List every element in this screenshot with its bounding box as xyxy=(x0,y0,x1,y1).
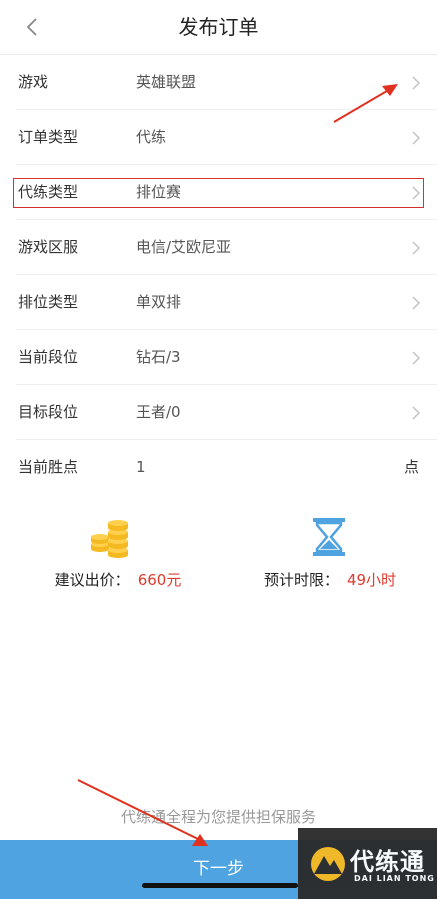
price-value: 660元 xyxy=(137,571,182,589)
watermark-name: 代练通 xyxy=(350,848,425,876)
row-label: 代练类型 xyxy=(18,183,79,201)
row-win-points[interactable]: 当前胜点 1 点 xyxy=(16,440,437,495)
chevron-right-icon xyxy=(412,296,421,310)
row-value: 英雄联盟 xyxy=(136,73,197,91)
row-value: 电信/艾欧尼亚 xyxy=(136,238,232,256)
row-value: 排位赛 xyxy=(136,183,182,201)
row-boost-type[interactable]: 代练类型 排位赛 xyxy=(16,165,437,220)
row-value: 代练 xyxy=(136,128,167,146)
order-estimate: 建议出价： 660元 预计时限： 49小时 xyxy=(0,515,437,605)
mountain-logo-icon xyxy=(311,847,345,881)
row-order-type[interactable]: 订单类型 代练 xyxy=(16,110,437,165)
price-label: 建议出价： xyxy=(54,571,130,589)
hourglass-icon xyxy=(313,518,345,556)
row-value: 钻石/3 xyxy=(136,348,181,366)
time-limit-value: 49小时 xyxy=(346,571,397,589)
chevron-right-icon xyxy=(412,351,421,365)
row-target-rank[interactable]: 目标段位 王者/0 xyxy=(16,385,437,440)
home-indicator xyxy=(142,883,298,888)
watermark: 代练通 DAI LIAN TONG xyxy=(298,828,437,899)
row-label: 排位类型 xyxy=(18,293,79,311)
time-limit-label: 预计时限： xyxy=(263,571,339,589)
time-limit-block: 预计时限： 49小时 xyxy=(230,515,430,605)
chevron-right-icon xyxy=(412,131,421,145)
row-label: 游戏区服 xyxy=(18,238,79,256)
time-limit-text: 预计时限： 49小时 xyxy=(230,569,430,590)
coins-icon xyxy=(91,520,128,558)
row-label: 当前段位 xyxy=(18,348,79,366)
row-label: 订单类型 xyxy=(18,128,79,146)
chevron-right-icon xyxy=(412,241,421,255)
chevron-right-icon xyxy=(412,186,421,200)
navigation-bar: 发布订单 xyxy=(0,0,437,55)
watermark-pinyin: DAI LIAN TONG xyxy=(354,874,435,883)
chevron-right-icon xyxy=(412,76,421,90)
page-title: 发布订单 xyxy=(178,15,259,39)
row-server[interactable]: 游戏区服 电信/艾欧尼亚 xyxy=(16,220,437,275)
row-value: 王者/0 xyxy=(136,403,181,421)
chevron-right-icon xyxy=(412,406,421,420)
row-queue-type[interactable]: 排位类型 单双排 xyxy=(16,275,437,330)
row-game[interactable]: 游戏 英雄联盟 xyxy=(16,55,437,110)
price-block: 建议出价： 660元 xyxy=(18,515,218,605)
row-current-rank[interactable]: 当前段位 钻石/3 xyxy=(16,330,437,385)
win-points-value[interactable]: 1 xyxy=(136,440,146,495)
price-text: 建议出价： 660元 xyxy=(18,569,218,590)
order-form: 游戏 英雄联盟 订单类型 代练 代练类型 排位赛 游戏区服 电信/艾欧尼亚 排位… xyxy=(0,55,437,495)
row-value: 单双排 xyxy=(136,293,182,311)
guarantee-text: 代练通全程为您提供担保服务 xyxy=(120,808,316,826)
row-label: 游戏 xyxy=(18,73,49,91)
win-points-unit: 点 xyxy=(403,458,419,476)
row-label: 目标段位 xyxy=(18,403,79,421)
row-label: 当前胜点 xyxy=(18,458,79,476)
